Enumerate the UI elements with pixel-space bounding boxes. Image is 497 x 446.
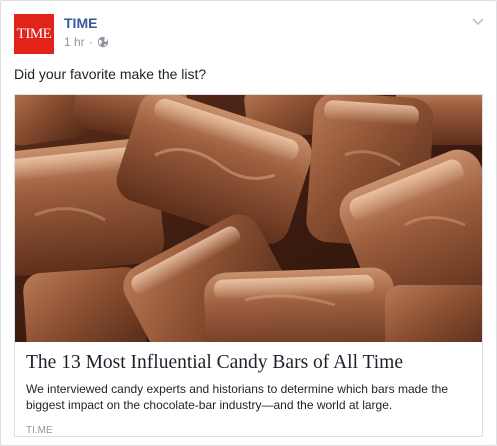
link-title[interactable]: The 13 Most Influential Candy Bars of Al…: [26, 351, 471, 375]
link-image[interactable]: [15, 95, 483, 342]
chevron-down-icon[interactable]: [470, 13, 486, 29]
link-description: We interviewed candy experts and histori…: [26, 382, 448, 412]
page-name-link[interactable]: TIME: [64, 15, 97, 31]
post-timestamp[interactable]: 1 hr: [64, 35, 85, 49]
link-text-area[interactable]: The 13 Most Influential Candy Bars of Al…: [15, 342, 482, 436]
link-preview-card[interactable]: The 13 Most Influential Candy Bars of Al…: [14, 94, 483, 437]
globe-icon[interactable]: [97, 36, 109, 48]
page-logo-text: TIME: [16, 25, 52, 42]
link-domain: TI.ME: [26, 425, 53, 436]
post-message: Did your favorite make the list?: [14, 66, 207, 82]
feed-post: TIME TIME 1 hr · Did your favorite make …: [0, 0, 497, 446]
meta-separator: ·: [88, 35, 93, 49]
page-avatar[interactable]: TIME: [14, 14, 54, 54]
post-meta: 1 hr ·: [64, 35, 109, 49]
